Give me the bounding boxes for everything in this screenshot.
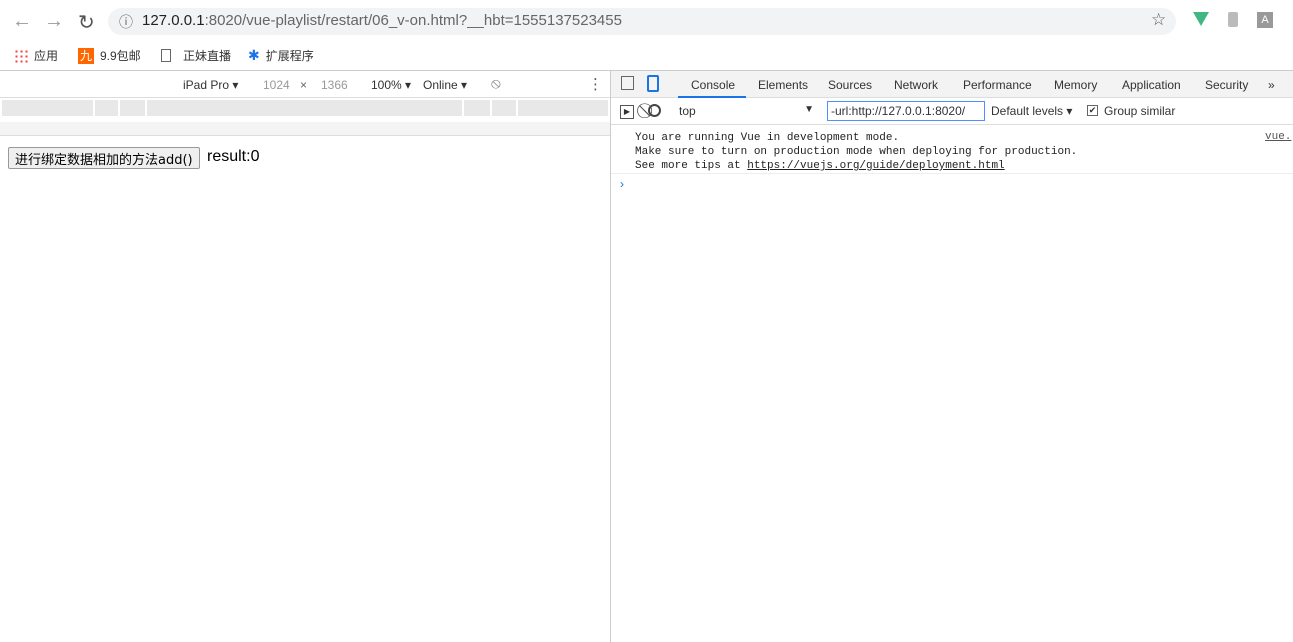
device-toggle-icon[interactable] [647, 75, 659, 92]
bookmark-apps[interactable]: 应用 [14, 47, 58, 64]
message-line: You are running Vue in development mode. [635, 132, 900, 144]
devtools-tabs: Console Elements Sources Network Perform… [611, 71, 1293, 98]
console-prompt[interactable]: › [620, 177, 624, 191]
message-line: Make sure to turn on production mode whe… [635, 146, 1078, 158]
tab-elements[interactable]: Elements [758, 78, 808, 92]
group-similar-checkbox[interactable]: ✔ [1087, 105, 1098, 116]
context-select[interactable]: top ▼ [679, 104, 814, 118]
tab-console[interactable]: Console [691, 78, 735, 92]
result-text: result:0 [207, 148, 260, 165]
back-icon[interactable]: ← [12, 10, 32, 33]
tab-security[interactable]: Security [1205, 78, 1248, 92]
translate-icon[interactable]: A [1257, 12, 1273, 28]
apps-icon [14, 48, 28, 63]
sidebar-toggle-icon[interactable]: ▶ [620, 105, 634, 119]
media-query-bar[interactable] [2, 100, 608, 116]
emulated-page: iPad Pro ▾ 1024 × 1366 100% ▾ Online ▾ ⦸… [0, 71, 610, 642]
bookmark-label: 9.9包邮 [100, 49, 141, 63]
message-source-link[interactable]: vue. [1265, 131, 1291, 143]
console-message: You are running Vue in development mode.… [635, 131, 1077, 173]
add-button[interactable]: 进行绑定数据相加的方法add() [8, 147, 200, 169]
clear-console-icon[interactable] [648, 104, 661, 117]
console-toolbar: ▶ ⃠ top▼ -url:http://127.0.0.1:8020/ Def… [611, 99, 1293, 125]
levels-select[interactable]: Default levels ▾ [991, 104, 1072, 118]
bookmark-live[interactable]: 正妹直播 [161, 47, 231, 64]
extension-icon[interactable] [1228, 12, 1238, 27]
url-path: :8020/vue-playlist/restart/06_v-on.html?… [204, 12, 622, 29]
tab-network[interactable]: Network [894, 78, 938, 92]
forward-icon[interactable]: → [44, 10, 64, 33]
active-tab-indicator [678, 96, 746, 98]
browser-toolbar: ← → ↻ ⓘ 127.0.0.1:8020/vue-playlist/rest… [0, 0, 1293, 40]
vue-devtools-icon[interactable] [1193, 12, 1209, 26]
tab-memory[interactable]: Memory [1054, 78, 1097, 92]
rotate-icon[interactable]: ⦸ [491, 75, 501, 92]
bookmark-label: 应用 [34, 49, 59, 63]
url-text[interactable]: 127.0.0.1:8020/vue-playlist/restart/06_v… [142, 12, 622, 29]
puzzle-icon: ✱ [248, 47, 260, 63]
page-icon [161, 49, 171, 62]
devtools-panel: Console Elements Sources Network Perform… [611, 71, 1293, 642]
info-icon[interactable]: ⓘ [119, 12, 133, 32]
width-input[interactable]: 1024 [263, 78, 290, 92]
device-toolbar: iPad Pro ▾ 1024 × 1366 100% ▾ Online ▾ ⦸… [0, 71, 610, 98]
jiu-icon: 九 [78, 47, 94, 64]
bookmark-extensions[interactable]: ✱ 扩展程序 [248, 47, 314, 64]
url-host: 127.0.0.1 [142, 12, 205, 29]
network-select[interactable]: Online ▾ [423, 78, 467, 92]
message-line: See more tips at [635, 160, 748, 172]
times-sign: × [300, 78, 308, 92]
bookmark-label: 扩展程序 [265, 49, 314, 63]
star-icon[interactable]: ☆ [1151, 10, 1166, 30]
zoom-select[interactable]: 100% ▾ [371, 78, 411, 92]
filter-input[interactable]: -url:http://127.0.0.1:8020/ [827, 101, 985, 121]
more-tabs-icon[interactable]: » [1268, 78, 1275, 92]
group-similar-label: Group similar [1104, 104, 1176, 118]
reload-icon[interactable]: ↻ [78, 10, 95, 35]
tab-sources[interactable]: Sources [828, 78, 872, 92]
bookmarks-bar: 应用 九 9.9包邮 正妹直播 ✱ 扩展程序 [0, 40, 1293, 70]
device-select[interactable]: iPad Pro ▾ [183, 78, 238, 92]
inspect-icon[interactable] [621, 76, 634, 90]
tab-performance[interactable]: Performance [963, 78, 1032, 92]
divider [611, 173, 1293, 174]
bookmark-label: 正妹直播 [183, 49, 232, 63]
ruler [0, 122, 610, 136]
tab-application[interactable]: Application [1122, 78, 1181, 92]
height-input[interactable]: 1366 [321, 78, 348, 92]
more-options-icon[interactable]: ⋮ [588, 75, 603, 93]
deployment-link[interactable]: https://vuejs.org/guide/deployment.html [747, 160, 1004, 172]
bookmark-99[interactable]: 九 9.9包邮 [78, 47, 141, 64]
